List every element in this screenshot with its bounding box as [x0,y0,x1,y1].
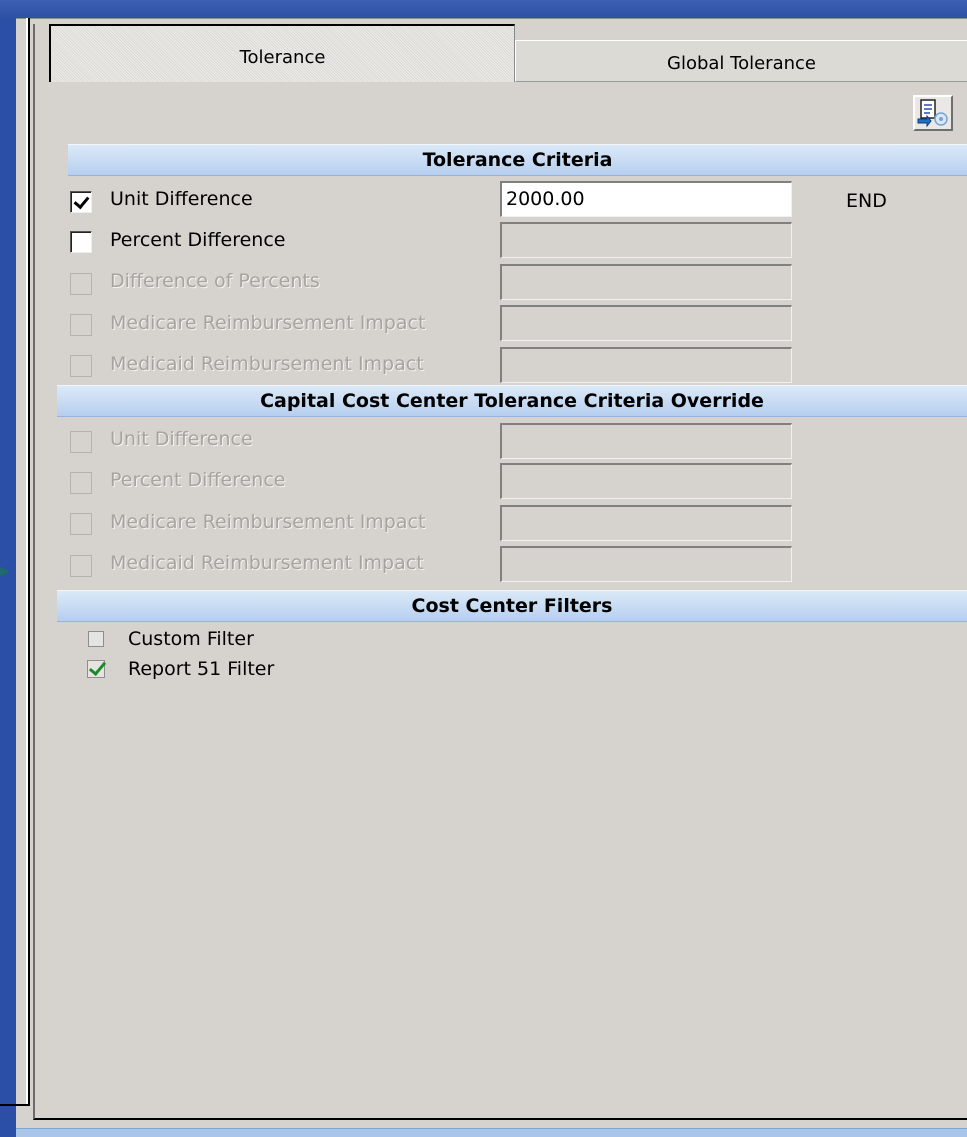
capital-percent-difference-label: Percent Difference [110,469,286,491]
capital-percent-difference-input[interactable] [500,463,792,499]
medicare-impact-input[interactable] [500,305,792,341]
difference-of-percents-input[interactable] [500,264,792,300]
percent-difference-input[interactable] [500,222,792,258]
capital-medicare-impact-label: Medicare Reimbursement Impact [110,511,426,533]
medicaid-impact-checkbox[interactable] [70,355,92,377]
custom-filter-checkbox[interactable] [88,631,104,647]
report-51-filter-label: Report 51 Filter [128,658,275,680]
percent-difference-label: Percent Difference [110,229,286,251]
capital-percent-difference-checkbox[interactable] [70,472,92,494]
capital-unit-difference-input[interactable] [500,423,792,459]
unit-difference-checkbox[interactable] [70,191,92,213]
difference-of-percents-checkbox[interactable] [70,273,92,295]
capital-unit-difference-label: Unit Difference [110,428,253,450]
cost-center-filters-header: Cost Center Filters [57,590,967,622]
medicaid-impact-input[interactable] [500,347,792,383]
capital-medicare-impact-checkbox[interactable] [70,513,92,535]
medicaid-impact-label: Medicaid Reimbursement Impact [110,353,424,375]
unit-difference-label: Unit Difference [110,188,253,210]
left-splitter-frame[interactable] [0,18,30,1106]
capital-unit-difference-checkbox[interactable] [70,431,92,453]
medicare-impact-checkbox[interactable] [70,314,92,336]
expand-arrow-icon[interactable]: ▶ [0,564,10,579]
end-label: END [846,190,887,212]
percent-difference-checkbox[interactable] [70,231,92,253]
tab-global-tolerance[interactable]: Global Tolerance [515,40,967,82]
tab-tolerance-label: Tolerance [239,46,326,68]
custom-filter-label: Custom Filter [128,628,254,650]
capital-medicaid-impact-label: Medicaid Reimbursement Impact [110,552,424,574]
tab-tolerance[interactable]: Tolerance [49,24,515,82]
capital-medicare-impact-input[interactable] [500,505,792,541]
unit-difference-input[interactable]: 2000.00 [500,181,792,217]
document-settings-button[interactable] [913,95,953,131]
tab-global-tolerance-label: Global Tolerance [667,53,816,74]
tolerance-criteria-header: Tolerance Criteria [68,144,967,176]
medicare-impact-label: Medicare Reimbursement Impact [110,312,426,334]
document-settings-icon [917,99,948,128]
capital-medicaid-impact-input[interactable] [500,546,792,582]
report-51-filter-checkbox[interactable] [87,660,105,678]
capital-override-header: Capital Cost Center Tolerance Criteria O… [57,385,967,417]
capital-medicaid-impact-checkbox[interactable] [70,555,92,577]
difference-of-percents-label: Difference of Percents [110,270,320,292]
